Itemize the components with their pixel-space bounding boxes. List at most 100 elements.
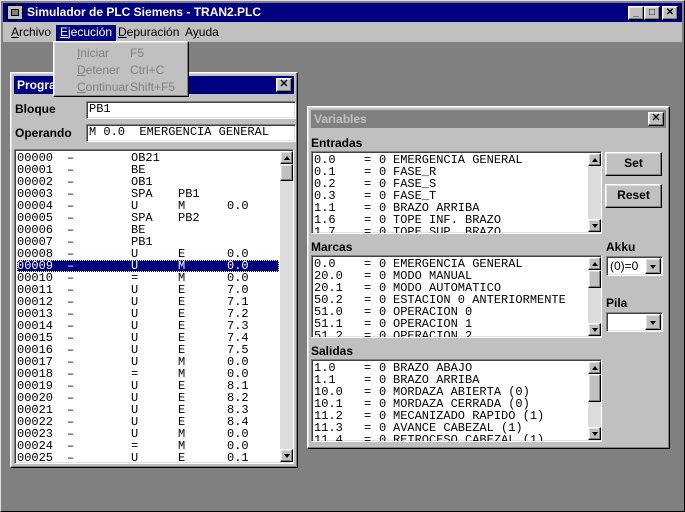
marcas-row-eq: = bbox=[364, 282, 372, 294]
scroll-down-button[interactable] bbox=[588, 427, 601, 440]
entradas-row-name: TOPE SUP. BRAZO bbox=[393, 226, 502, 234]
entradas-row-val: 0 bbox=[379, 226, 387, 234]
akku-dropdown-button[interactable] bbox=[645, 258, 661, 274]
marcas-scrollbar[interactable] bbox=[588, 257, 601, 336]
program-line[interactable]: 00000– OB21 bbox=[17, 152, 279, 164]
salidas-row-name: RETROCESO CABEZAL (1) bbox=[393, 434, 545, 442]
entradas-list[interactable]: 0.0 = 0 EMERGENCIA GENERAL 0.1 = 0 FASE_R 0.2 = 0 F… bbox=[311, 151, 602, 234]
program-line-val: 0.0 bbox=[227, 199, 249, 213]
salidas-row-eq: = bbox=[364, 386, 372, 398]
marcas-row[interactable]: 51.0 = 0 OPERACION 0 bbox=[314, 306, 586, 318]
salidas-row[interactable]: 1.0 = 0 BRAZO ABAJO bbox=[314, 362, 586, 374]
marcas-row[interactable]: 0.0 = 0 EMERGENCIA GENERAL bbox=[314, 258, 586, 270]
menu-item-shortcut: F5 bbox=[130, 46, 145, 60]
programa-close-button[interactable]: ✕ bbox=[276, 78, 292, 92]
scroll-down-button[interactable] bbox=[588, 323, 601, 336]
salidas-scrollbar[interactable] bbox=[588, 361, 601, 440]
marcas-list[interactable]: 0.0 = 0 EMERGENCIA GENERAL 20.0 = 0 MODO MANUAL… bbox=[311, 255, 602, 338]
title-bar[interactable]: Simulador de PLC Siemens - TRAN2.PLC _ □… bbox=[3, 3, 682, 22]
pila-select[interactable] bbox=[606, 312, 663, 332]
menu-item-shortcut: Ctrl+C bbox=[130, 63, 165, 77]
entradas-row[interactable]: 0.2 = 0 FASE_S bbox=[314, 178, 586, 190]
salidas-row[interactable]: 1.1 = 0 BRAZO ARRIBA bbox=[314, 374, 586, 386]
scroll-thumb[interactable] bbox=[280, 164, 293, 181]
entradas-row[interactable]: 0.3 = 0 FASE_T bbox=[314, 190, 586, 202]
marcas-row-eq: = bbox=[364, 294, 372, 306]
maximize-button[interactable]: □ bbox=[644, 6, 660, 20]
reset-button[interactable]: Reset bbox=[605, 184, 662, 208]
close-button[interactable]: ✕ bbox=[662, 6, 678, 20]
bloque-field[interactable]: PB1 bbox=[86, 101, 296, 119]
marcas-row[interactable]: 20.1 = 0 MODO AUTOMATICO bbox=[314, 282, 586, 294]
marcas-row[interactable]: 51.2 = 0 OPERACION 2 bbox=[314, 330, 586, 337]
minimize-button[interactable]: _ bbox=[628, 6, 644, 20]
menu-item-label: Iniciar bbox=[77, 46, 110, 60]
marcas-row-val: 0 bbox=[379, 318, 387, 330]
marcas-row-addr: 0.0 bbox=[314, 258, 336, 270]
programa-window: Progra ✕ Bloque PB1 Operando M 0.0 EMERG… bbox=[10, 72, 298, 468]
program-line[interactable]: 00025– U E 0.1 bbox=[17, 451, 279, 464]
variables-close-button[interactable]: ✕ bbox=[648, 112, 664, 126]
operando-field[interactable]: M 0.0 EMERGENCIA GENERAL bbox=[86, 124, 296, 142]
chevron-down-icon bbox=[650, 265, 656, 269]
entradas-row[interactable]: 0.0 = 0 EMERGENCIA GENERAL bbox=[314, 154, 586, 166]
marcas-row[interactable]: 50.2 = 0 ESTACION 0 ANTERIORMENTE bbox=[314, 294, 586, 306]
entradas-row[interactable]: 1.6 = 0 TOPE INF. BRAZO bbox=[314, 214, 586, 226]
scroll-down-button[interactable] bbox=[588, 219, 601, 232]
salidas-row[interactable]: 11.3 = 0 AVANCE CABEZAL (1) bbox=[314, 422, 586, 434]
menu-item-continuar[interactable]: Continuar Shift+F5 bbox=[57, 79, 185, 95]
pila-dropdown-button[interactable] bbox=[645, 314, 661, 330]
marcas-row-addr: 51.1 bbox=[314, 318, 343, 330]
menu-item-iniciar[interactable]: Iniciar F5 bbox=[57, 45, 185, 61]
menu-depuracion[interactable]: Depuración bbox=[114, 25, 183, 41]
scroll-up-button[interactable] bbox=[280, 151, 293, 164]
marcas-row-addr: 50.2 bbox=[314, 294, 343, 306]
menu-bar: Archivo Ejecución Depuración Ayuda bbox=[3, 22, 682, 43]
program-listing[interactable]: 00000– OB21 00001– BE 00002– OB1 00003– SPA PB1 0… bbox=[14, 149, 294, 464]
menu-archivo[interactable]: Archivo bbox=[7, 25, 55, 41]
marcas-row-val: 0 bbox=[379, 306, 387, 318]
arrow-up-icon bbox=[284, 156, 290, 160]
scroll-down-button[interactable] bbox=[280, 449, 293, 462]
menu-item-detener[interactable]: Detener Ctrl+C bbox=[57, 62, 185, 78]
scroll-up-button[interactable] bbox=[588, 153, 601, 166]
marcas-row-name: MODO AUTOMATICO bbox=[393, 282, 502, 294]
arrow-down-icon bbox=[284, 454, 290, 458]
marcas-row-eq: = bbox=[364, 306, 372, 318]
arrow-up-icon bbox=[592, 366, 598, 370]
app-icon[interactable] bbox=[7, 5, 23, 20]
marcas-row[interactable]: 20.0 = 0 MODO MANUAL bbox=[314, 270, 586, 282]
entradas-row-addr: 1.7 bbox=[314, 226, 336, 234]
program-line[interactable]: 00005– SPA PB2 bbox=[17, 212, 279, 224]
akku-select[interactable]: (0)=0 bbox=[606, 256, 663, 276]
salidas-row[interactable]: 11.4 = 0 RETROCESO CABEZAL (1) bbox=[314, 434, 586, 442]
scroll-thumb[interactable] bbox=[588, 374, 601, 402]
scroll-thumb[interactable] bbox=[588, 270, 601, 288]
menu-ayuda[interactable]: Ayuda bbox=[181, 25, 223, 41]
salidas-row-val: 0 bbox=[379, 386, 387, 398]
programa-title: Progra bbox=[17, 78, 56, 92]
menu-ejecucion[interactable]: Ejecución bbox=[56, 25, 117, 41]
entradas-row[interactable]: 1.1 = 0 BRAZO ARRIBA bbox=[314, 202, 586, 214]
pila-label: Pila bbox=[606, 296, 628, 310]
menu-item-label: Continuar bbox=[77, 80, 130, 94]
marcas-row[interactable]: 51.1 = 0 OPERACION 1 bbox=[314, 318, 586, 330]
scroll-up-button[interactable] bbox=[588, 361, 601, 374]
entradas-scrollbar[interactable] bbox=[588, 153, 601, 232]
salidas-row[interactable]: 11.2 = 0 MECANIZADO RAPIDO (1) bbox=[314, 410, 586, 422]
marcas-row-addr: 51.0 bbox=[314, 306, 343, 318]
program-line-val: 0.1 bbox=[227, 451, 249, 464]
program-scrollbar[interactable] bbox=[280, 151, 293, 462]
set-button[interactable]: Set bbox=[605, 152, 662, 176]
salidas-list[interactable]: 1.0 = 0 BRAZO ABAJO 1.1 = 0 BRAZO ARRIBA 10.0 = 0 M… bbox=[311, 359, 602, 442]
salidas-row-name: MORDAZA ABIERTA (0) bbox=[393, 386, 530, 398]
scroll-up-button[interactable] bbox=[588, 257, 601, 270]
variables-title-bar[interactable]: Variables ✕ bbox=[311, 110, 666, 128]
salidas-row[interactable]: 10.0 = 0 MORDAZA ABIERTA (0) bbox=[314, 386, 586, 398]
entradas-row-name: EMERGENCIA GENERAL bbox=[393, 154, 523, 166]
entradas-row-val: 0 bbox=[379, 166, 387, 178]
salidas-row-addr: 1.0 bbox=[314, 362, 336, 374]
entradas-row[interactable]: 0.1 = 0 FASE_R bbox=[314, 166, 586, 178]
entradas-row[interactable]: 1.7 = 0 TOPE SUP. BRAZO bbox=[314, 226, 586, 234]
salidas-row[interactable]: 10.1 = 0 MORDAZA CERRADA (0) bbox=[314, 398, 586, 410]
